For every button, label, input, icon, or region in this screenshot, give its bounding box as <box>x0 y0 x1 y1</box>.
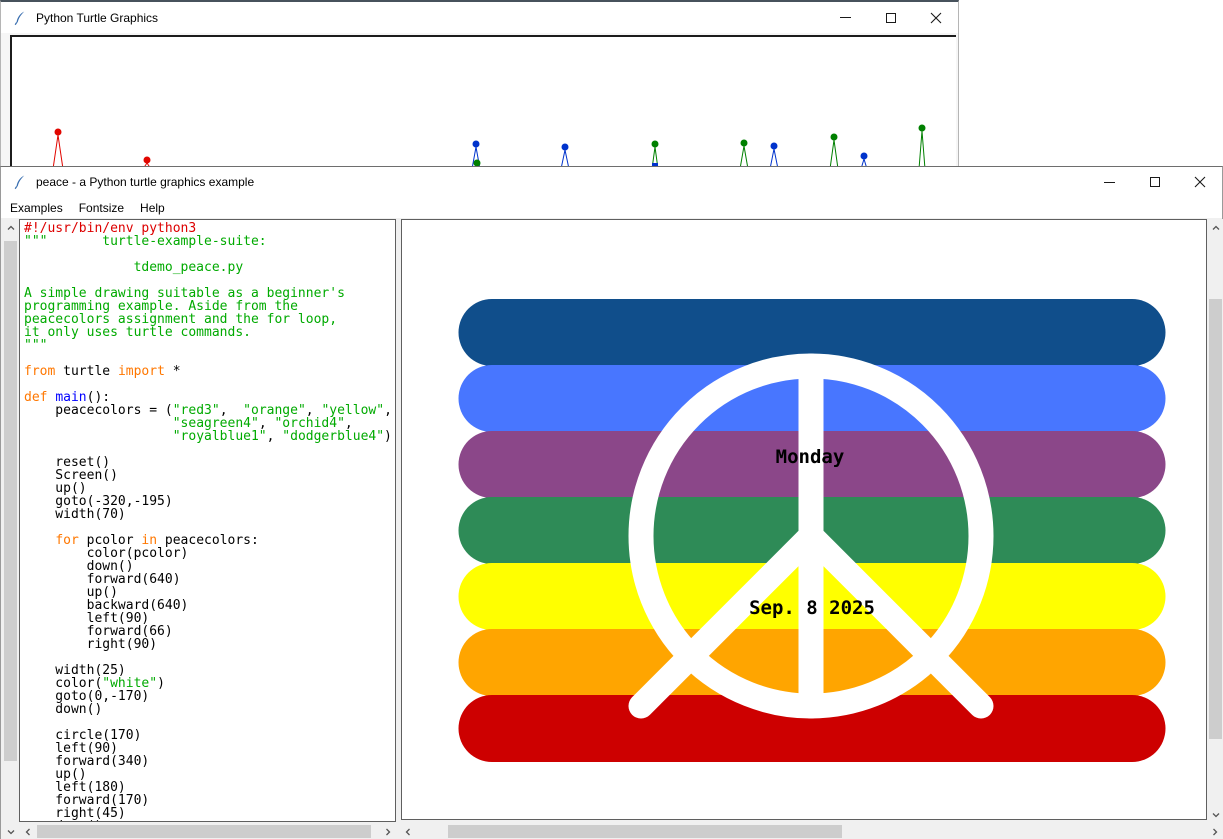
menu-bar: ExamplesFontsizeHelp <box>1 197 1222 218</box>
front-minimize-button[interactable] <box>1087 167 1132 197</box>
scroll-left-button[interactable] <box>19 823 36 839</box>
chevron-up-icon <box>7 224 15 232</box>
scroll-right-button[interactable] <box>379 823 396 839</box>
maximize-icon <box>886 13 896 23</box>
code-line: tdemo_peace.py <box>24 261 395 274</box>
scroll-right-button[interactable] <box>1206 823 1223 839</box>
front-close-button[interactable] <box>1177 167 1222 197</box>
sprouts-drawing <box>12 37 956 169</box>
front-window: peace - a Python turtle graphics example… <box>0 166 1223 839</box>
code-line: it only uses turtle commands. <box>24 326 395 339</box>
sprout-figure <box>740 140 748 170</box>
chevron-down-icon <box>1212 811 1220 819</box>
sprout-figure <box>919 125 926 170</box>
back-window: Python Turtle Graphics <box>0 0 959 167</box>
code-line: right(90) <box>24 638 395 651</box>
peace-drawing: Monday Sep. 8 2025 <box>402 220 1206 819</box>
chevron-down-icon <box>7 828 15 836</box>
back-titlebar[interactable]: Python Turtle Graphics <box>1 2 958 33</box>
scrollbar-thumb[interactable] <box>37 825 371 838</box>
code-scroll-down-button[interactable] <box>2 823 19 839</box>
menu-item-help[interactable]: Help <box>132 199 173 217</box>
minimize-icon <box>840 17 851 18</box>
sprout-figure <box>652 141 659 170</box>
turtle-canvas-back <box>10 35 956 169</box>
scrollbar-thumb[interactable] <box>448 825 842 838</box>
tk-feather-icon <box>13 174 28 190</box>
back-window-title: Python Turtle Graphics <box>36 11 158 25</box>
code-line: from turtle import * <box>24 365 395 378</box>
chevron-left-icon <box>24 828 32 836</box>
code-scrollbar-vertical[interactable] <box>2 219 19 823</box>
front-titlebar[interactable]: peace - a Python turtle graphics example <box>1 167 1222 197</box>
back-close-button[interactable] <box>913 2 958 33</box>
chevron-left-icon <box>404 828 412 836</box>
code-line: """ <box>24 339 395 352</box>
scroll-up-button[interactable] <box>1207 219 1223 236</box>
scrollbar-thumb[interactable] <box>1209 299 1222 739</box>
back-maximize-button[interactable] <box>868 2 913 33</box>
chevron-up-icon <box>1212 224 1220 232</box>
maximize-icon <box>1150 177 1160 187</box>
turtle-canvas-front: Monday Sep. 8 2025 <box>401 219 1207 820</box>
code-line: """ turtle-example-suite: <box>24 235 395 248</box>
scroll-down-button[interactable] <box>1207 806 1223 823</box>
front-maximize-button[interactable] <box>1132 167 1177 197</box>
code-pane[interactable]: #!/usr/bin/env python3""" turtle-example… <box>19 219 396 822</box>
desktop: Python Turtle Graphics peace - a Python … <box>0 0 1223 839</box>
code-line: "royalblue1", "dodgerblue4") <box>24 430 395 443</box>
back-minimize-button[interactable] <box>823 2 868 33</box>
sprout-figure <box>472 141 481 170</box>
code-text: #!/usr/bin/env python3""" turtle-example… <box>20 220 395 822</box>
canvas-text-label: Sep. 8 2025 <box>749 597 875 619</box>
scroll-up-button[interactable] <box>2 219 19 236</box>
tk-feather-icon <box>13 10 28 26</box>
scroll-left-button[interactable] <box>399 823 416 839</box>
close-icon <box>1194 176 1206 188</box>
menu-item-examples[interactable]: Examples <box>2 199 71 217</box>
menu-item-fontsize[interactable]: Fontsize <box>71 199 132 217</box>
front-window-title: peace - a Python turtle graphics example <box>36 175 254 189</box>
canvas-scrollbar-horizontal[interactable] <box>399 823 1223 839</box>
code-line: down() <box>24 820 395 822</box>
scrollbar-thumb[interactable] <box>4 241 17 761</box>
code-scrollbar-horizontal[interactable] <box>19 823 396 839</box>
code-line: down() <box>24 703 395 716</box>
code-line: width(70) <box>24 508 395 521</box>
canvas-text-label: Monday <box>776 446 845 468</box>
chevron-right-icon <box>384 828 392 836</box>
sprout-figure <box>53 129 63 170</box>
chevron-right-icon <box>1211 828 1219 836</box>
minimize-icon <box>1104 182 1115 183</box>
canvas-scrollbar-vertical[interactable] <box>1207 219 1223 823</box>
close-icon <box>930 12 942 24</box>
sprout-figure <box>830 134 838 170</box>
